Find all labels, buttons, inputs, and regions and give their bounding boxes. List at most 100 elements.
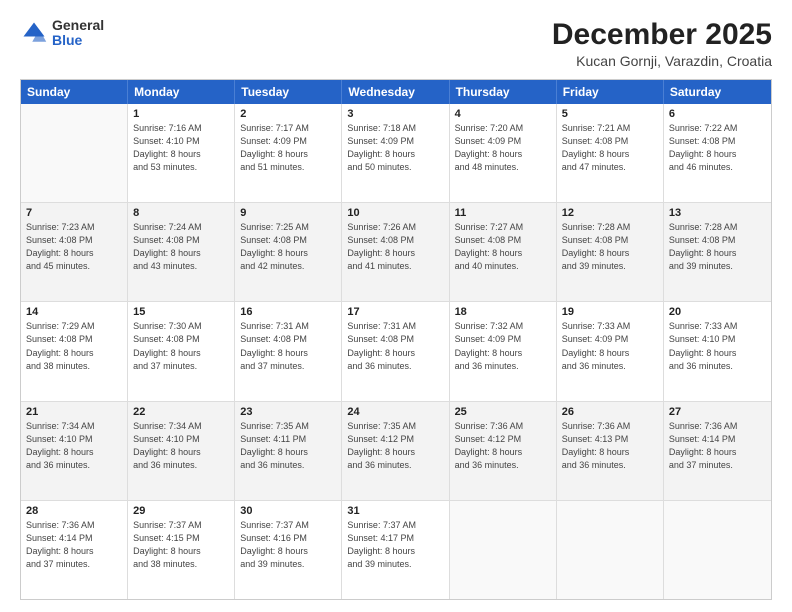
cell-info-line: Daylight: 8 hours	[347, 247, 443, 260]
calendar-cell-4-2: 30Sunrise: 7:37 AMSunset: 4:16 PMDayligh…	[235, 501, 342, 599]
cell-info-line: and 51 minutes.	[240, 161, 336, 174]
cell-info-line: Daylight: 8 hours	[669, 347, 766, 360]
cell-info-line: Sunset: 4:09 PM	[562, 333, 658, 346]
cell-info-line: Sunrise: 7:28 AM	[562, 221, 658, 234]
cell-info-line: and 36 minutes.	[347, 459, 443, 472]
calendar-cell-2-1: 15Sunrise: 7:30 AMSunset: 4:08 PMDayligh…	[128, 302, 235, 400]
calendar-row-3: 21Sunrise: 7:34 AMSunset: 4:10 PMDayligh…	[21, 401, 771, 500]
day-number: 4	[455, 108, 551, 120]
day-number: 29	[133, 505, 229, 517]
cell-info-line: Sunrise: 7:33 AM	[669, 320, 766, 333]
cell-info-line: Daylight: 8 hours	[347, 148, 443, 161]
cell-info-line: and 37 minutes.	[133, 360, 229, 373]
cell-info-line: Daylight: 8 hours	[133, 247, 229, 260]
calendar-cell-4-0: 28 Sunrise: 7:36 AMSunset: 4:14 PMDayligh…	[21, 501, 128, 599]
calendar-row-1: 7Sunrise: 7:23 AMSunset: 4:08 PMDaylight…	[21, 202, 771, 301]
logo-blue: Blue	[52, 33, 104, 48]
cell-info-line: Sunrise: 7:29 AM	[26, 320, 122, 333]
cell-info-line: and 41 minutes.	[347, 260, 443, 273]
cell-info-line: Sunset: 4:14 PM	[26, 532, 122, 545]
cell-info-line: and 36 minutes.	[26, 459, 122, 472]
day-number: 7	[26, 207, 122, 219]
header-day-thursday: Thursday	[450, 80, 557, 104]
cell-info-line: and 39 minutes.	[347, 558, 443, 571]
calendar-row-2: 14Sunrise: 7:29 AMSunset: 4:08 PMDayligh…	[21, 301, 771, 400]
cell-info-line: Sunrise: 7:17 AM	[240, 122, 336, 135]
day-number: 25	[455, 406, 551, 418]
day-number: 17	[347, 306, 443, 318]
header-day-friday: Friday	[557, 80, 664, 104]
cell-info-line: and 36 minutes.	[347, 360, 443, 373]
calendar-cell-1-5: 12Sunrise: 7:28 AMSunset: 4:08 PMDayligh…	[557, 203, 664, 301]
cell-info-line: Sunrise: 7:36 AM	[26, 519, 122, 532]
cell-info-line: and 43 minutes.	[133, 260, 229, 273]
day-number: 19	[562, 306, 658, 318]
day-number: 22	[133, 406, 229, 418]
cell-info-line: Sunset: 4:09 PM	[455, 333, 551, 346]
page: General Blue December 2025 Kucan Gornji,…	[0, 0, 792, 612]
calendar-cell-3-4: 25Sunrise: 7:36 AMSunset: 4:12 PMDayligh…	[450, 402, 557, 500]
calendar-header: SundayMondayTuesdayWednesdayThursdayFrid…	[21, 80, 771, 104]
cell-info-line: Daylight: 8 hours	[455, 247, 551, 260]
cell-info-line: and 36 minutes.	[455, 459, 551, 472]
calendar-cell-1-4: 11Sunrise: 7:27 AMSunset: 4:08 PMDayligh…	[450, 203, 557, 301]
calendar-cell-0-4: 4Sunrise: 7:20 AMSunset: 4:09 PMDaylight…	[450, 104, 557, 202]
day-number: 18	[455, 306, 551, 318]
cell-info-line: and 38 minutes.	[26, 360, 122, 373]
cell-info-line: Daylight: 8 hours	[240, 545, 336, 558]
day-number: 27	[669, 406, 766, 418]
cell-info-line: Daylight: 8 hours	[455, 148, 551, 161]
day-number: 2	[240, 108, 336, 120]
cell-info-line: Sunset: 4:08 PM	[347, 333, 443, 346]
calendar: SundayMondayTuesdayWednesdayThursdayFrid…	[20, 79, 772, 600]
cell-info-line: and 36 minutes.	[669, 360, 766, 373]
cell-info-line: Daylight: 8 hours	[240, 347, 336, 360]
cell-info-line: Sunrise: 7:37 AM	[240, 519, 336, 532]
cell-info-line: and 36 minutes.	[133, 459, 229, 472]
cell-info-line: Sunrise: 7:22 AM	[669, 122, 766, 135]
day-number: 26	[562, 406, 658, 418]
cell-info-line: Sunset: 4:08 PM	[26, 333, 122, 346]
logo-general: General	[52, 18, 104, 33]
cell-info-line: Daylight: 8 hours	[26, 545, 122, 558]
cell-info-line: Sunrise: 7:32 AM	[455, 320, 551, 333]
cell-info-line: Sunset: 4:14 PM	[669, 433, 766, 446]
cell-info-line: Daylight: 8 hours	[26, 347, 122, 360]
day-number: 23	[240, 406, 336, 418]
calendar-cell-1-1: 8Sunrise: 7:24 AMSunset: 4:08 PMDaylight…	[128, 203, 235, 301]
cell-info-line: Sunset: 4:15 PM	[133, 532, 229, 545]
subtitle: Kucan Gornji, Varazdin, Croatia	[552, 53, 772, 69]
cell-info-line: Daylight: 8 hours	[669, 247, 766, 260]
header: General Blue December 2025 Kucan Gornji,…	[20, 18, 772, 69]
cell-info-line: Sunrise: 7:36 AM	[455, 420, 551, 433]
cell-info-line: Sunrise: 7:26 AM	[347, 221, 443, 234]
cell-info-line: Sunset: 4:10 PM	[133, 135, 229, 148]
cell-info-line: Sunrise: 7:31 AM	[240, 320, 336, 333]
day-number: 28	[26, 505, 122, 517]
cell-info-line: Sunrise: 7:25 AM	[240, 221, 336, 234]
cell-info-line: Sunset: 4:10 PM	[669, 333, 766, 346]
cell-info-line: Sunset: 4:10 PM	[133, 433, 229, 446]
calendar-row-0: 1Sunrise: 7:16 AMSunset: 4:10 PMDaylight…	[21, 104, 771, 202]
calendar-cell-4-6	[664, 501, 771, 599]
cell-info-line: Sunrise: 7:28 AM	[669, 221, 766, 234]
calendar-cell-1-6: 13Sunrise: 7:28 AMSunset: 4:08 PMDayligh…	[664, 203, 771, 301]
cell-info-line: Daylight: 8 hours	[240, 148, 336, 161]
calendar-cell-0-3: 3Sunrise: 7:18 AMSunset: 4:09 PMDaylight…	[342, 104, 449, 202]
cell-info-line: and 46 minutes.	[669, 161, 766, 174]
cell-info-line: Sunset: 4:08 PM	[26, 234, 122, 247]
cell-info-line: Sunrise: 7:18 AM	[347, 122, 443, 135]
cell-info-line: and 47 minutes.	[562, 161, 658, 174]
day-number: 21	[26, 406, 122, 418]
calendar-cell-1-0: 7Sunrise: 7:23 AMSunset: 4:08 PMDaylight…	[21, 203, 128, 301]
cell-info-line: Sunset: 4:08 PM	[133, 234, 229, 247]
logo-text: General Blue	[52, 18, 104, 49]
day-number: 14	[26, 306, 122, 318]
cell-info-line: Daylight: 8 hours	[669, 446, 766, 459]
cell-info-line: and 36 minutes.	[562, 360, 658, 373]
cell-info-line: Daylight: 8 hours	[562, 148, 658, 161]
cell-info-line: Daylight: 8 hours	[562, 446, 658, 459]
calendar-body: 1Sunrise: 7:16 AMSunset: 4:10 PMDaylight…	[21, 104, 771, 599]
calendar-cell-3-6: 27Sunrise: 7:36 AMSunset: 4:14 PMDayligh…	[664, 402, 771, 500]
cell-info-line: Daylight: 8 hours	[133, 148, 229, 161]
